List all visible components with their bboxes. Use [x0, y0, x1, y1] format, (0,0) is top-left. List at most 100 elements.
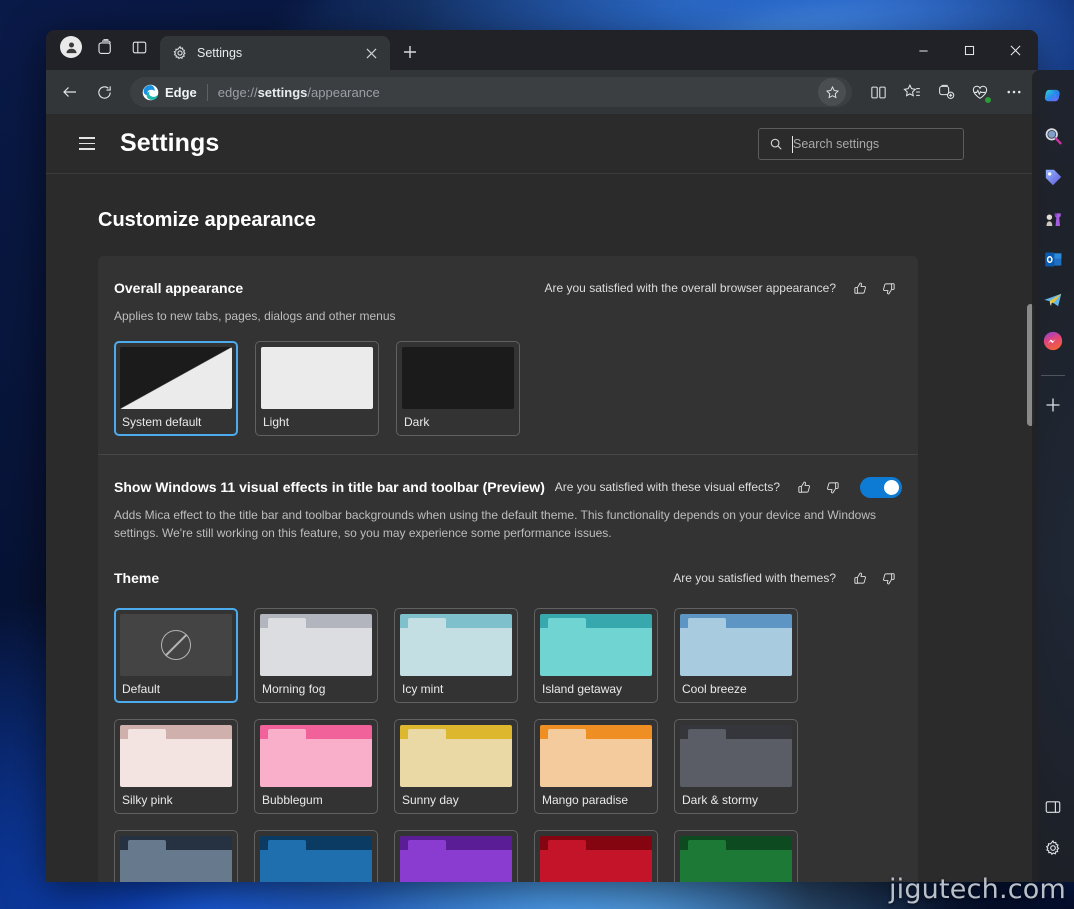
gear-icon[interactable] [1036, 831, 1070, 865]
theme-option[interactable]: Cool breeze [674, 608, 798, 703]
favorites-button[interactable] [896, 76, 928, 108]
appearance-preview [261, 347, 373, 409]
overall-appearance-description: Applies to new tabs, pages, dialogs and … [114, 308, 902, 325]
settings-and-more-button[interactable] [998, 76, 1030, 108]
theme-feedback: Are you satisfied with themes? [673, 564, 902, 592]
appearance-option-label: Dark [402, 409, 514, 432]
theme-option[interactable]: Dark & stormy [674, 719, 798, 814]
theme-option[interactable] [534, 830, 658, 882]
theme-preview-body [680, 739, 792, 787]
title-bar-left-controls [46, 30, 160, 70]
theme-option[interactable]: Icy mint [394, 608, 518, 703]
close-icon[interactable] [360, 42, 382, 64]
theme-preview [120, 725, 232, 787]
search-settings-box[interactable] [758, 128, 964, 160]
theme-preview [400, 725, 512, 787]
theme-preview-tab [688, 840, 726, 850]
sidebar-bottom-controls [1036, 790, 1070, 872]
theme-section: Theme Are you satisfied with themes? [98, 560, 918, 882]
messenger-icon[interactable] [1036, 324, 1070, 358]
appearance-card: Overall appearance Are you satisfied wit… [98, 256, 918, 882]
theme-options: DefaultMorning fogIcy mintIsland getaway… [114, 608, 902, 882]
collections-button[interactable] [930, 76, 962, 108]
theme-option[interactable]: Sunny day [394, 719, 518, 814]
title-bar: Settings [46, 30, 1038, 70]
sidebar-toggle-icon[interactable] [1036, 790, 1070, 824]
feedback-question: Are you satisfied with the overall brows… [545, 281, 837, 295]
page-heading: Settings [120, 129, 219, 158]
browser-essentials-button[interactable] [964, 76, 996, 108]
split-screen-button[interactable] [862, 76, 894, 108]
theme-preview [260, 725, 372, 787]
theme-option[interactable]: Bubblegum [254, 719, 378, 814]
search-icon [769, 137, 783, 151]
tab-strip: Settings [160, 30, 425, 70]
thumbs-down-icon[interactable] [874, 274, 902, 302]
theme-preview-tab [128, 729, 166, 739]
sidebar-divider [1041, 375, 1065, 376]
theme-preview [540, 614, 652, 676]
theme-preview-body [680, 628, 792, 676]
settings-content: Customize appearance Overall appearance … [46, 175, 1038, 882]
appearance-option[interactable]: System default [114, 341, 238, 436]
theme-option[interactable]: Mango paradise [534, 719, 658, 814]
theme-preview-tab [688, 729, 726, 739]
url-bold: settings [258, 85, 308, 100]
settings-gear-favicon [172, 45, 188, 61]
theme-preview [680, 725, 792, 787]
search-icon[interactable] [1036, 119, 1070, 153]
copilot-icon[interactable] [1036, 78, 1070, 112]
search-input[interactable] [793, 137, 954, 151]
thumbs-up-icon[interactable] [846, 274, 874, 302]
games-icon[interactable] [1036, 201, 1070, 235]
thumbs-up-icon[interactable] [790, 473, 818, 501]
workspaces-icon[interactable] [90, 33, 120, 61]
no-theme-icon [161, 630, 191, 660]
close-window-button[interactable] [992, 30, 1038, 70]
theme-preview-body [260, 739, 372, 787]
maximize-button[interactable] [946, 30, 992, 70]
hamburger-menu-icon[interactable] [70, 127, 104, 161]
theme-option[interactable]: Island getaway [534, 608, 658, 703]
theme-option[interactable]: Silky pink [114, 719, 238, 814]
new-tab-button[interactable] [395, 37, 425, 67]
reload-icon[interactable] [88, 76, 120, 108]
appearance-option[interactable]: Dark [396, 341, 520, 436]
back-arrow-icon[interactable] [54, 76, 86, 108]
appearance-option[interactable]: Light [255, 341, 379, 436]
theme-preview-tab [408, 729, 446, 739]
account-avatar-icon[interactable] [56, 33, 86, 61]
tab-actions-menu-icon[interactable] [124, 33, 154, 61]
favorite-star-button[interactable] [818, 78, 846, 106]
thumbs-down-icon[interactable] [818, 473, 846, 501]
theme-preview-tab [548, 840, 586, 850]
thumbs-down-icon[interactable] [874, 564, 902, 592]
theme-option-label: Cool breeze [680, 676, 792, 699]
theme-option[interactable]: Morning fog [254, 608, 378, 703]
theme-preview-body [120, 739, 232, 787]
visual-effects-toggle[interactable] [860, 477, 902, 498]
theme-preview-body [400, 739, 512, 787]
theme-option[interactable] [254, 830, 378, 882]
outlook-icon[interactable] [1036, 242, 1070, 276]
theme-preview-body [120, 850, 232, 882]
address-bar[interactable]: Edge edge://settings/appearance [130, 77, 852, 107]
visual-effects-description: Adds Mica effect to the title bar and to… [114, 507, 886, 542]
theme-option[interactable] [394, 830, 518, 882]
shopping-icon[interactable] [1036, 160, 1070, 194]
telegram-icon[interactable] [1036, 283, 1070, 317]
browser-tab[interactable]: Settings [160, 36, 390, 70]
thumbs-up-icon[interactable] [846, 564, 874, 592]
theme-option[interactable] [114, 830, 238, 882]
theme-option[interactable] [674, 830, 798, 882]
feedback-question: Are you satisfied with themes? [673, 571, 836, 585]
add-sidebar-app-button[interactable] [1036, 388, 1070, 422]
appearance-option-label: System default [120, 409, 232, 432]
theme-option[interactable]: Default [114, 608, 238, 703]
theme-preview-tab [548, 729, 586, 739]
theme-preview [680, 614, 792, 676]
theme-preview-body [540, 628, 652, 676]
appearance-preview [402, 347, 514, 409]
theme-preview [260, 836, 372, 882]
minimize-button[interactable] [900, 30, 946, 70]
